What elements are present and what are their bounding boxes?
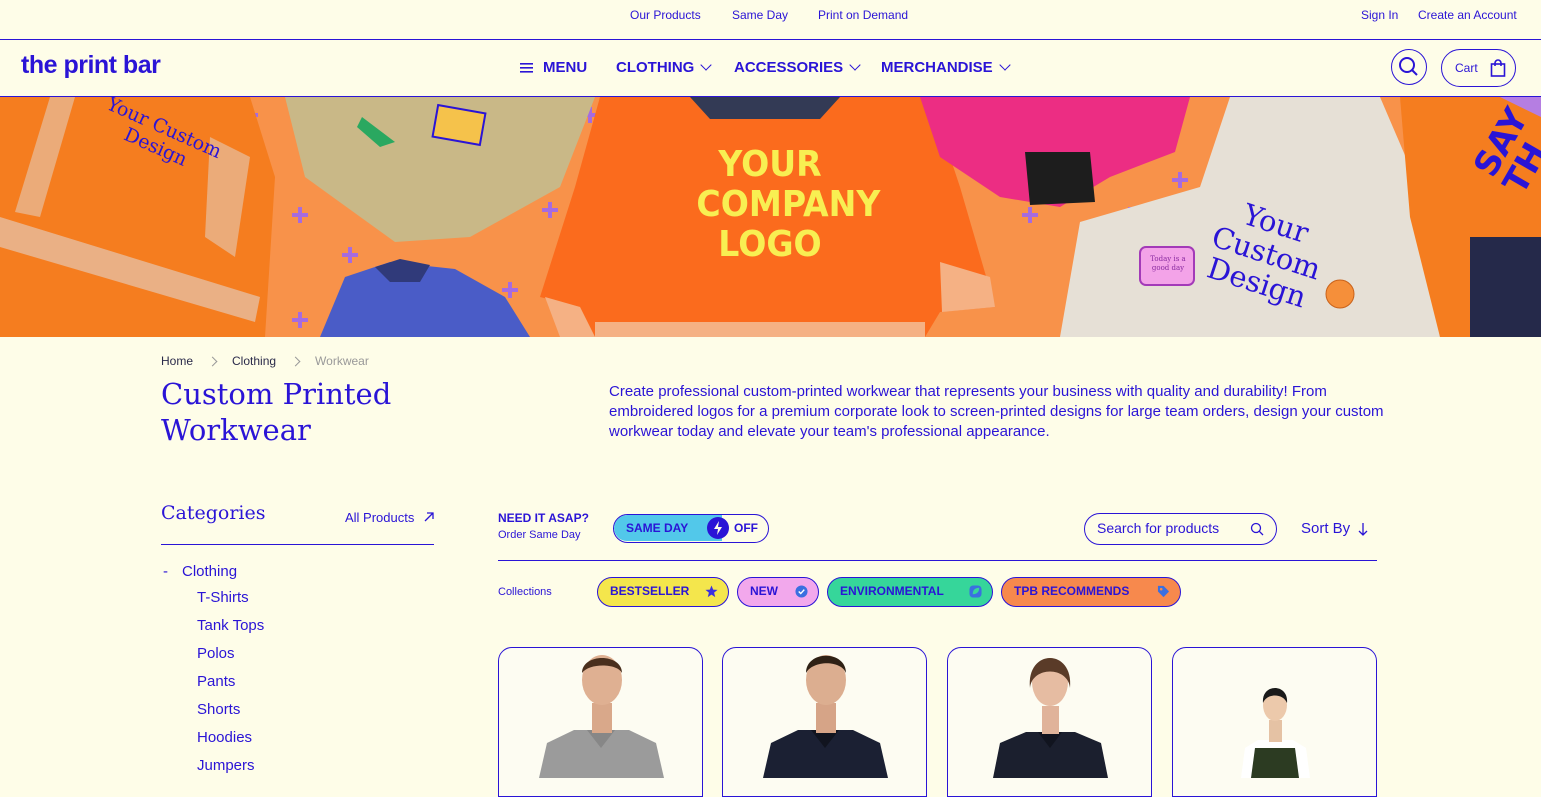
nav-accessories[interactable]: ACCESSORIES [734,59,861,76]
sticker-line-2: good day [1151,264,1185,272]
utility-bar: Our Products Same Day Print on Demand Si… [0,0,1541,40]
cart-label: Cart [1455,61,1478,75]
environmental-label: ENVIRONMENTAL [840,584,944,598]
nav-clothing[interactable]: CLOTHING [616,59,712,76]
collection-bestseller[interactable]: BESTSELLER [597,577,729,607]
sort-label: Sort By [1301,520,1351,537]
print-on-demand-link[interactable]: Print on Demand [818,8,908,22]
filter-divider [498,560,1377,561]
category-pants[interactable]: Pants [197,673,235,690]
chevron-down-icon [849,59,861,71]
hero-logo-line-2: COMPANY [696,184,881,225]
menu-label: MENU [543,59,588,76]
hamburger-icon [520,63,533,73]
same-day-label: SAME DAY [614,515,722,541]
new-label: NEW [750,584,778,598]
same-day-toggle[interactable]: SAME DAY OFF [613,514,769,543]
shopping-bag-icon [1490,59,1505,77]
hero-logo-line-1: YOUR [718,144,822,185]
chevron-right-icon [290,356,301,366]
category-hoodies[interactable]: Hoodies [197,729,252,746]
verified-badge-icon [795,585,808,598]
breadcrumb-current: Workwear [315,354,369,368]
search-placeholder: Search for products [1097,520,1220,536]
sort-by-button[interactable]: Sort By [1301,520,1368,537]
lightning-icon [707,517,729,539]
menu-button[interactable]: MENU [520,59,587,76]
collections-label: Collections [498,586,552,598]
sign-in-link[interactable]: Sign In [1361,8,1398,22]
chevron-down-icon [999,59,1011,71]
category-shorts[interactable]: Shorts [197,701,240,718]
product-card[interactable] [1172,647,1377,797]
collection-new[interactable]: NEW [737,577,819,607]
product-card[interactable] [947,647,1152,797]
chevron-right-icon [207,356,218,366]
all-products-link[interactable]: All Products [345,510,434,525]
leaf-icon [969,585,982,598]
page-title-line-2: Workwear [161,413,311,447]
product-search-input[interactable]: Search for products [1084,513,1277,545]
same-day-state: OFF [734,521,758,535]
main-navigation: the print bar MENU CLOTHING ACCESSORIES … [0,40,1541,97]
nav-clothing-label: CLOTHING [616,59,695,76]
category-tank-tops[interactable]: Tank Tops [197,617,264,634]
hero-logo-line-3: LOGO [718,224,822,265]
page-description: Create professional custom-printed workw… [609,383,1384,440]
our-products-link[interactable]: Our Products [630,8,701,22]
product-image-grey-polo [539,655,664,778]
collection-tpb-recommends[interactable]: TPB RECOMMENDS [1001,577,1181,607]
same-day-link[interactable]: Same Day [732,8,788,22]
create-account-link[interactable]: Create an Account [1418,8,1517,22]
asap-title: NEED IT ASAP? [498,511,589,525]
product-image-navy-polo [763,655,888,778]
asap-subtitle: Order Same Day [498,529,581,541]
sticker-line-1: Today is a [1150,255,1186,263]
breadcrumb: Home Clothing Workwear [161,354,369,368]
collection-environmental[interactable]: ENVIRONMENTAL [827,577,993,607]
bestseller-label: BESTSELLER [610,584,690,598]
tpb-recommends-label: TPB RECOMMENDS [1014,584,1130,598]
hero-logo-placeholder: YOUR COMPANY LOGO [696,144,881,265]
category-jumpers[interactable]: Jumpers [197,757,255,774]
hero-sticker: Today is a good day [1145,255,1191,273]
collapse-marker: - [163,563,168,580]
arrow-down-icon [1358,522,1368,536]
categories-heading: Categories [161,502,266,524]
chevron-down-icon [700,59,712,71]
page-title-line-1: Custom Printed [161,377,392,411]
product-card[interactable] [722,647,927,797]
cart-button[interactable]: Cart [1441,49,1516,87]
category-polos[interactable]: Polos [197,645,235,662]
category-clothing[interactable]: - Clothing [161,563,237,580]
same-day-promo: NEED IT ASAP? Order Same Day [498,511,589,541]
category-list: - Clothing T-Shirts Tank Tops Polos Pants… [161,563,434,774]
product-card[interactable] [498,647,703,797]
header-search-button[interactable] [1391,49,1427,85]
product-image-womens-navy-polo [993,658,1108,778]
hero-banner: YOUR COMPANY LOGO Your Custom Design You… [0,97,1541,337]
all-products-label: All Products [345,510,415,525]
site-logo[interactable]: the print bar [21,51,161,80]
breadcrumb-home[interactable]: Home [161,354,193,368]
star-icon [705,585,718,598]
nav-merchandise[interactable]: MERCHANDISE [881,59,1011,76]
page-title: Custom Printed Workwear [161,376,561,448]
search-icon [1250,522,1264,536]
arrow-up-right-icon [424,512,434,522]
tag-icon [1157,585,1170,598]
nav-accessories-label: ACCESSORIES [734,59,844,76]
breadcrumb-clothing[interactable]: Clothing [232,354,276,368]
categories-header: Categories All Products [161,502,434,545]
nav-merchandise-label: MERCHANDISE [881,59,993,76]
category-t-shirts[interactable]: T-Shirts [197,589,249,606]
product-image-green-apron [1241,688,1310,778]
category-clothing-label: Clothing [182,563,238,580]
search-icon [1399,57,1418,76]
